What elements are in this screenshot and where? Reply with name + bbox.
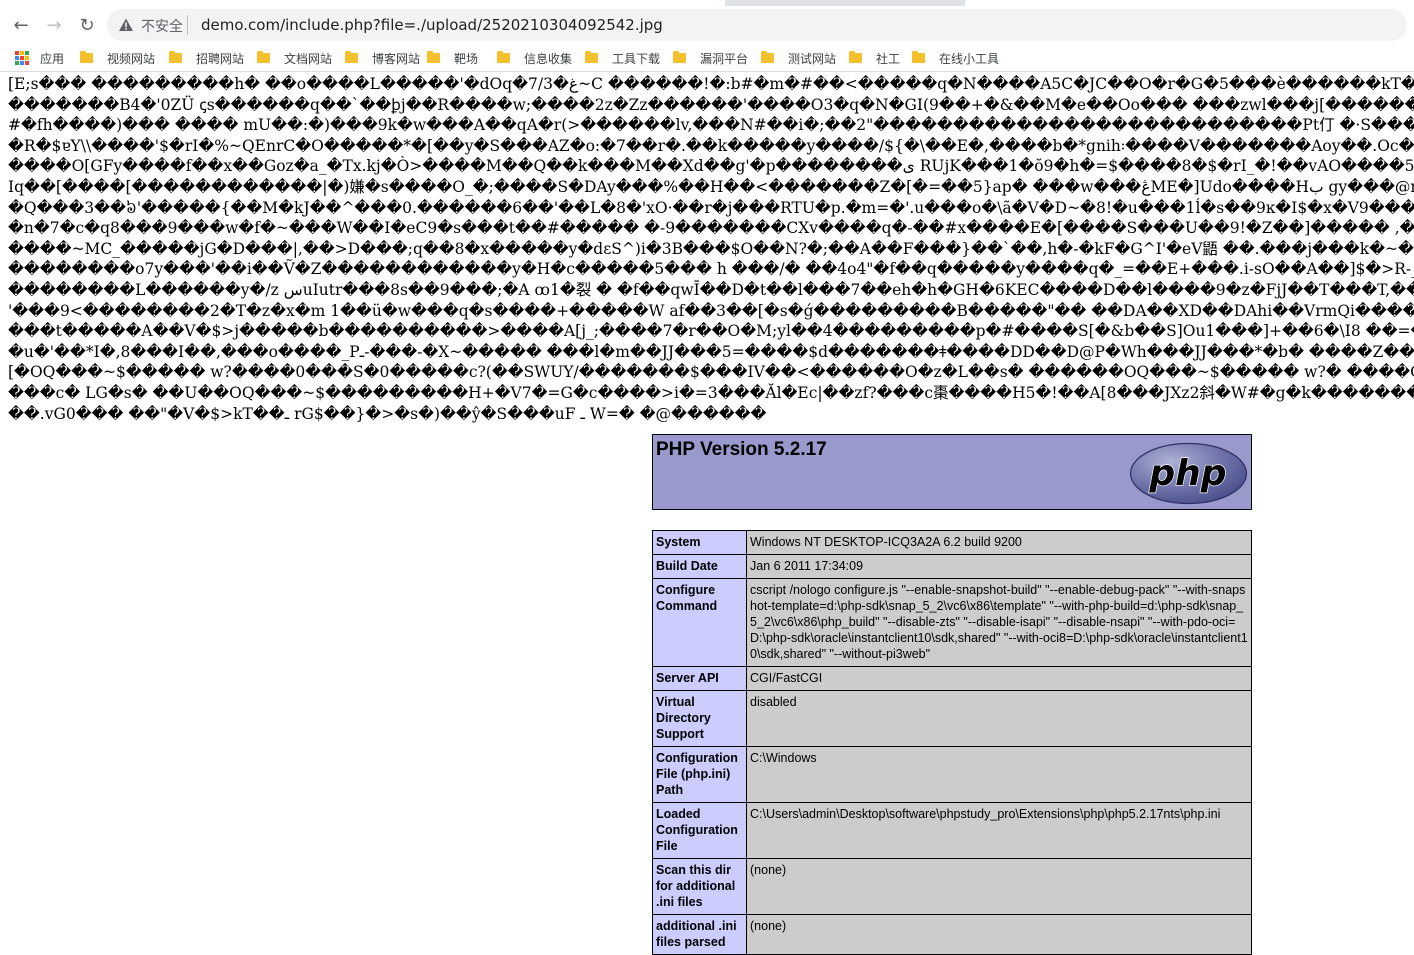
bookmark-folder-vuln[interactable]: 漏洞平台 [673, 49, 748, 67]
bookmark-folder-online-tools[interactable]: 在线小工具 [912, 49, 999, 67]
table-row: Loaded Configuration File C:\Users\admin… [652, 802, 1252, 859]
binary-text-line: �������B4�'0ZǗ ꞔs������q��`��ꝧj��R����w;… [8, 95, 1414, 114]
table-row: Server API CGI/FastCGI [652, 666, 1252, 691]
bookmark-label: 工具下载 [612, 51, 661, 66]
address-bar[interactable]: 不安全 demo.com/include.php?file=./upload/2… [107, 9, 1407, 41]
bookmark-label: 社工 [876, 51, 901, 66]
config-key: Scan this dir for additional .ini files [652, 858, 747, 915]
binary-text-line: ��������o7y���'��i��Ṽ�Z������������y�H�c… [8, 260, 1414, 279]
config-value: Jan 6 2011 17:34:09 [746, 554, 1252, 579]
binary-text-line: ����~MC_�����jG�D���|,��>D���;q��8�x����… [8, 239, 1414, 258]
config-value: C:\Users\admin\Desktop\software\phpstudy… [746, 802, 1252, 859]
binary-text-line: �n�7�c�q8���9���w�f�~���W��I�eC9�s���t��… [8, 219, 1414, 238]
config-value: disabled [746, 690, 1252, 747]
apps-grid-icon [15, 51, 29, 65]
bookmark-folder-docs[interactable]: 文档网站 [257, 49, 332, 67]
bookmark-folder-tools[interactable]: 工具下载 [585, 49, 660, 67]
binary-text-line: ��������L������y�/z سuIutr���8s��9���;�A… [8, 280, 1414, 299]
config-value: (none) [746, 914, 1252, 955]
folder-icon [585, 51, 598, 63]
binary-text-line: ���t�����A��V�$>j�����b����������>����A[… [8, 322, 1414, 341]
config-key: Server API [652, 666, 747, 691]
bookmark-folder-test[interactable]: 测试网站 [761, 49, 836, 67]
folder-icon [427, 51, 440, 63]
security-status-label[interactable]: 不安全 [141, 16, 183, 36]
back-icon[interactable]: ← [8, 12, 34, 38]
bookmark-label: 在线小工具 [939, 51, 1000, 66]
bookmark-folder-blogs[interactable]: 博客网站 [345, 49, 420, 67]
config-key: System [652, 530, 747, 555]
raw-binary-output: [E;s��� ���������h� ��o����L�����'�dOq�7… [8, 74, 1414, 434]
config-value: cscript /nologo configure.js "--enable-s… [746, 578, 1252, 667]
url-text[interactable]: demo.com/include.php?file=./upload/25202… [201, 16, 663, 34]
warning-icon[interactable] [118, 17, 134, 33]
folder-icon [912, 51, 925, 63]
bookmark-label: 博客网站 [372, 51, 421, 66]
bookmark-label: 漏洞平台 [700, 51, 749, 66]
php-version-title: PHP Version 5.2.17 [656, 439, 827, 460]
address-divider [187, 15, 188, 35]
bookmark-folder-range[interactable]: 靶场 [427, 49, 478, 67]
table-row: Configure Command cscript /nologo config… [652, 578, 1252, 667]
bookmark-label: 测试网站 [788, 51, 837, 66]
config-value: (none) [746, 858, 1252, 915]
php-logo-text: php [1148, 453, 1226, 494]
bookmark-folder-video[interactable]: 视频网站 [80, 49, 155, 67]
forward-icon[interactable]: → [41, 12, 67, 38]
binary-text-line: ���c� LG�s� ��U��OQ���~$���������H+�V7�=… [8, 383, 1414, 402]
folder-icon [761, 51, 774, 63]
binary-text-line: �R�$ɐY\\����'$�rI�%~QEnrC�O�����*�[��y�S… [8, 136, 1414, 155]
table-row: additional .ini files parsed (none) [652, 914, 1252, 955]
folder-icon [849, 51, 862, 63]
binary-text-line: ����O[GFy����f��x��Goz�a_�Tx.kj�Ò>����M�… [8, 157, 1414, 176]
table-row: Build Date Jan 6 2011 17:34:09 [652, 554, 1252, 579]
phpinfo-table: System Windows NT DESKTOP-ICQ3A2A 6.2 bu… [652, 530, 1252, 955]
binary-text-line: [�OQ���~$����� w?����0���S�0�����c?(��SW… [8, 363, 1414, 382]
phpinfo-header: PHP Version 5.2.17 php [652, 434, 1252, 510]
bookmark-label: 应用 [40, 51, 65, 66]
binary-text-line: [E;s��� ���������h� ��o����L�����'�dOq�7… [8, 75, 1414, 93]
config-value: C:\Windows [746, 746, 1252, 803]
config-key: Virtual Directory Support [652, 690, 747, 747]
config-value: CGI/FastCGI [746, 666, 1252, 691]
config-value: Windows NT DESKTOP-ICQ3A2A 6.2 build 920… [746, 530, 1252, 555]
bookmark-label: 靶场 [454, 51, 479, 66]
bookmark-label: 招聘网站 [196, 51, 245, 66]
table-row: System Windows NT DESKTOP-ICQ3A2A 6.2 bu… [652, 530, 1252, 555]
table-row: Virtual Directory Support disabled [652, 690, 1252, 747]
folder-icon [257, 51, 270, 63]
bookmark-label: 视频网站 [107, 51, 156, 66]
bookmark-folder-social[interactable]: 社工 [849, 49, 900, 67]
bookmark-apps[interactable]: 应用 [15, 49, 64, 67]
binary-text-line: ��.vG0��� ��"�V�$>kT��ـ rG$��}�>�s�)��ŷ�… [8, 404, 767, 423]
config-key: Loaded Configuration File [652, 802, 747, 859]
binary-text-line: '���9<��������2�T�z�x�m 1��ü�w���q�s����… [8, 301, 1414, 320]
folder-icon [345, 51, 358, 63]
bookmarks-bar: 应用 视频网站 招聘网站 文档网站 博客网站 靶场 信息收集 工具下载 漏洞平台… [0, 44, 1414, 72]
bookmark-label: 信息收集 [524, 51, 573, 66]
config-key: Configuration File (php.ini) Path [652, 746, 747, 803]
bookmark-folder-jobs[interactable]: 招聘网站 [169, 49, 244, 67]
table-row: Scan this dir for additional .ini files … [652, 858, 1252, 915]
reload-icon[interactable]: ↻ [74, 12, 100, 38]
browser-toolbar: ← → ↻ 不安全 demo.com/include.php?file=./up… [0, 6, 1414, 44]
config-key: Build Date [652, 554, 747, 579]
binary-text-line: �Q���3��៦'�����{��M�kJ��^���0.������6��'… [8, 198, 1414, 217]
binary-text-line: #�fh����)��� ���� mU��:�)���9k�w���A��qA… [8, 116, 1414, 135]
folder-icon [673, 51, 686, 63]
binary-text-line: Iq��[����[������������|�)嫌�s����O_�;����… [8, 177, 1414, 196]
php-logo[interactable]: php [1129, 442, 1248, 505]
config-key: additional .ini files parsed [652, 914, 747, 955]
folder-icon [497, 51, 510, 63]
binary-text-line: �u�'��*I�,8���I��,���o����_Pـ-���-�X~���… [8, 342, 1414, 361]
folder-icon [169, 51, 182, 63]
folder-icon [80, 51, 93, 63]
bookmark-label: 文档网站 [284, 51, 333, 66]
config-key: Configure Command [652, 578, 747, 667]
table-row: Configuration File (php.ini) Path C:\Win… [652, 746, 1252, 803]
bookmark-folder-recon[interactable]: 信息收集 [497, 49, 572, 67]
